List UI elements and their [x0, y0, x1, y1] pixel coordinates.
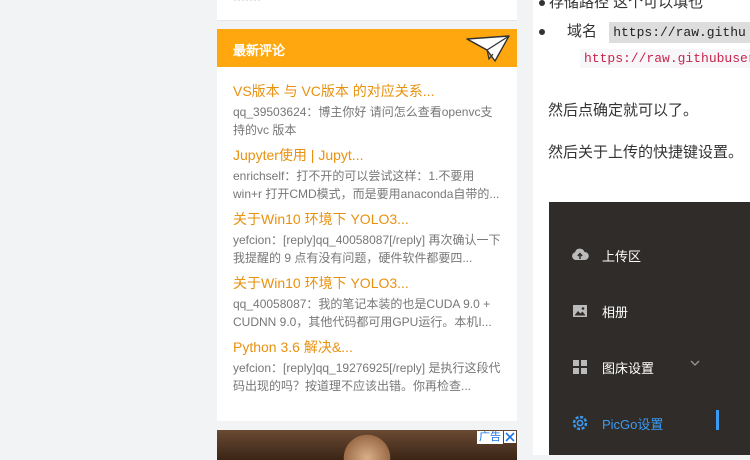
- comment-item: 关于Win10 环境下 YOLO3... qq_40058087：我的笔记本装的…: [233, 273, 501, 331]
- comment-item: Python 3.6 解决&... yefcion：[reply]qq_1927…: [233, 337, 501, 395]
- menu-item-image-host-settings[interactable]: 图床设置: [549, 346, 750, 386]
- paragraph: 然后点确定就可以了。: [548, 102, 699, 119]
- close-icon[interactable]: [504, 431, 516, 443]
- active-indicator: [716, 410, 719, 430]
- comment-title-link[interactable]: 关于Win10 环境下 YOLO3...: [233, 273, 501, 293]
- article-content: 存储路径 这个可以填也 域名 https://raw.githu https:/…: [533, 0, 750, 455]
- comment-title-link[interactable]: Python 3.6 解决&...: [233, 337, 501, 357]
- widget-header: 最新评论: [217, 29, 517, 67]
- picture-icon: [573, 305, 587, 317]
- menu-label: 相册: [602, 305, 629, 320]
- chevron-down-icon: [690, 360, 700, 366]
- comment-excerpt: yefcion：[reply]qq_40058087[/reply] 再次确认一…: [233, 233, 501, 265]
- bullet-label: 域名: [567, 23, 598, 40]
- comment-item: VS版本 与 VC版本 的对应关系... qq_39503624：博主你好 请问…: [233, 81, 501, 139]
- comment-item: 关于Win10 环境下 YOLO3... yefcion：[reply]qq_4…: [233, 209, 501, 267]
- menu-item-gallery[interactable]: 相册: [549, 290, 750, 330]
- grid-icon: [573, 360, 587, 374]
- bullet-item: 域名 https://raw.githu: [539, 20, 750, 43]
- paragraph: 然后关于上传的快捷键设置。: [548, 144, 744, 161]
- bullet-dot: [539, 0, 545, 6]
- menu-item-upload[interactable]: 上传区: [549, 234, 750, 274]
- advertisement-banner[interactable]: 广告: [217, 430, 517, 460]
- comment-list: VS版本 与 VC版本 的对应关系... qq_39503624：博主你好 请问…: [217, 67, 517, 395]
- bullet-dot: [539, 29, 545, 35]
- inline-code: https://raw.githu: [609, 22, 750, 43]
- comment-title-link[interactable]: VS版本 与 VC版本 的对应关系...: [233, 81, 501, 101]
- ad-label: 广告: [477, 431, 503, 444]
- widget-title: 最新评论: [233, 43, 286, 58]
- comment-title-link[interactable]: Jupyter使用 | Jupyt...: [233, 145, 501, 165]
- comment-excerpt: enrichself：打不开的可以尝试这样：1.不要用win+r 打开CMD模式…: [233, 169, 500, 201]
- comment-excerpt: qq_39503624：博主你好 请问怎么查看openvc支持的vc 版本: [233, 105, 493, 137]
- menu-label: 图床设置: [602, 361, 655, 376]
- comment-title-link[interactable]: 关于Win10 环境下 YOLO3...: [233, 209, 501, 229]
- previous-widget-card: ·······: [217, 0, 517, 21]
- url-code-snippet[interactable]: https://raw.githubuser: [580, 49, 750, 68]
- ad-image: [337, 434, 397, 460]
- comment-excerpt: yefcion：[reply]qq_19276925[/reply] 是执行这段…: [233, 361, 501, 393]
- bullet-item: 存储路径 这个可以填也: [539, 0, 704, 12]
- cloud-upload-icon: [572, 248, 589, 260]
- previous-widget-text: ·······: [233, 0, 261, 6]
- bullet-text: 存储路径 这个可以填也: [549, 0, 704, 11]
- comment-excerpt: qq_40058087：我的笔记本装的也是CUDA 9.0 + CUDNN 9.…: [233, 297, 492, 329]
- settings-icon: [572, 415, 588, 431]
- picgo-screenshot: 上传区 相册 图床设置 PicGo设置: [549, 202, 750, 455]
- recent-comments-widget: 最新评论 VS版本 与 VC版本 的对应关系... qq_39503624：博主…: [217, 29, 517, 421]
- paper-plane-icon: [466, 35, 510, 62]
- menu-label: 上传区: [602, 249, 642, 264]
- comment-item: Jupyter使用 | Jupyt... enrichself：打不开的可以尝试…: [233, 145, 501, 203]
- menu-label: PicGo设置: [602, 417, 664, 432]
- menu-item-picgo-settings[interactable]: PicGo设置: [549, 402, 750, 442]
